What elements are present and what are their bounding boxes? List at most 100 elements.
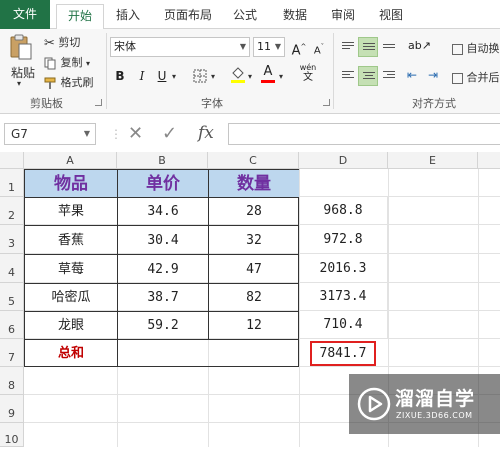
fill-color-dropdown-icon[interactable]: ▾ (248, 72, 252, 81)
amount-cell[interactable]: 710.4 (299, 311, 388, 339)
price-cell[interactable]: 59.2 (118, 312, 209, 340)
column-header-f[interactable] (478, 152, 500, 169)
decrease-indent-button[interactable]: ⇤ (404, 66, 424, 86)
price-cell[interactable]: 42.9 (118, 255, 209, 284)
grow-font-button[interactable]: A^ (289, 37, 309, 58)
increase-indent-button[interactable]: ⇥ (425, 66, 445, 86)
paste-button[interactable]: 粘贴 ▾ (6, 33, 36, 91)
row-header-6[interactable]: 6 (0, 311, 24, 339)
formula-input[interactable] (228, 123, 500, 145)
play-logo-icon (357, 387, 391, 421)
column-header-a[interactable]: A (24, 152, 117, 169)
tab-home[interactable]: 开始 (56, 4, 104, 30)
drag-handle-icon[interactable]: ⋮ (110, 127, 122, 141)
row-header-1[interactable]: 1 (0, 169, 24, 197)
align-right-icon (383, 71, 395, 81)
fill-color-button[interactable] (228, 64, 248, 84)
item-cell[interactable]: 哈密瓜 (25, 284, 118, 312)
font-size-select[interactable]: 11 ▼ (253, 37, 285, 57)
font-name-select[interactable]: 宋体 ▼ (110, 37, 250, 57)
total-label-cell[interactable]: 总和 (25, 340, 118, 367)
chevron-down-icon: ▼ (239, 42, 246, 51)
paste-dropdown-icon[interactable]: ▾ (17, 79, 21, 88)
tab-file[interactable]: 文件 (0, 0, 50, 29)
item-cell[interactable]: 苹果 (25, 198, 118, 226)
column-header-e[interactable]: E (388, 152, 478, 169)
amount-cell[interactable]: 972.8 (299, 225, 388, 254)
bold-button[interactable]: B (110, 66, 130, 86)
wrap-text-label: 自动换 (466, 42, 500, 55)
shrink-font-button[interactable]: Aˇ (309, 37, 329, 57)
tab-page-layout[interactable]: 页面布局 (158, 4, 218, 29)
cut-button[interactable]: ✂ 剪切 (44, 34, 80, 51)
phonetic-button[interactable]: wén 文 (296, 63, 320, 83)
qty-cell[interactable]: 82 (209, 284, 299, 312)
qty-cell[interactable]: 28 (209, 198, 299, 226)
align-top-button[interactable] (338, 37, 358, 57)
column-header-b[interactable]: B (117, 152, 208, 169)
row-header-5[interactable]: 5 (0, 283, 24, 311)
copy-label: 复制 (60, 56, 83, 69)
merged-empty-cell[interactable] (118, 340, 299, 367)
align-middle-button[interactable] (358, 37, 378, 57)
item-cell[interactable]: 草莓 (25, 255, 118, 284)
italic-button[interactable]: I (132, 66, 152, 86)
borders-button[interactable] (190, 66, 210, 86)
align-middle-icon (363, 43, 375, 53)
copy-icon (44, 57, 56, 69)
tab-insert[interactable]: 插入 (110, 4, 146, 29)
align-right-button[interactable] (379, 66, 399, 86)
column-header-c[interactable]: C (208, 152, 299, 169)
qty-cell[interactable]: 47 (209, 255, 299, 284)
amount-cell[interactable]: 968.8 (299, 197, 388, 225)
row-header-8[interactable]: 8 (0, 367, 24, 395)
header-cell-qty[interactable]: 数量 (209, 170, 299, 198)
insert-function-icon[interactable]: fx (198, 123, 214, 143)
align-bottom-button[interactable] (379, 37, 399, 57)
name-box[interactable]: G7 ▼ (4, 123, 96, 145)
underline-button[interactable]: U (152, 66, 172, 86)
copy-dropdown-icon[interactable]: ▾ (86, 59, 90, 68)
qty-cell[interactable]: 12 (209, 312, 299, 340)
row-header-7[interactable]: 7 (0, 339, 24, 367)
underline-dropdown-icon[interactable]: ▾ (172, 72, 176, 81)
row-header-4[interactable]: 4 (0, 254, 24, 283)
clipboard-launcher-icon[interactable] (95, 99, 102, 106)
select-all-corner[interactable] (0, 152, 24, 169)
font-launcher-icon[interactable] (323, 99, 330, 106)
row-header-3[interactable]: 3 (0, 225, 24, 254)
amount-cell[interactable]: 3173.4 (299, 283, 388, 311)
tab-view[interactable]: 视图 (376, 4, 406, 29)
qty-cell[interactable]: 32 (209, 226, 299, 255)
amount-cell[interactable]: 2016.3 (299, 254, 388, 283)
tab-review[interactable]: 审阅 (328, 4, 358, 29)
price-cell[interactable]: 34.6 (118, 198, 209, 226)
cancel-icon[interactable]: ✕ (128, 123, 143, 144)
borders-dropdown-icon[interactable]: ▾ (211, 72, 215, 81)
tab-formulas[interactable]: 公式 (230, 4, 260, 29)
font-color-icon: A (263, 64, 273, 79)
price-cell[interactable]: 38.7 (118, 284, 209, 312)
header-cell-price[interactable]: 单价 (118, 170, 209, 198)
header-cell-item[interactable]: 物品 (25, 170, 118, 198)
wrap-text-button[interactable]: 自动换 (452, 40, 500, 56)
orientation-button[interactable]: ab↗ (406, 37, 431, 57)
price-cell[interactable]: 30.4 (118, 226, 209, 255)
item-cell[interactable]: 龙眼 (25, 312, 118, 340)
align-left-button[interactable] (338, 66, 358, 86)
font-color-button[interactable]: A (258, 64, 278, 86)
copy-button[interactable]: 复制 ▾ (44, 54, 90, 70)
align-center-button[interactable] (358, 66, 378, 86)
enter-icon[interactable]: ✓ (162, 123, 177, 144)
row-header-10[interactable]: 10 (0, 423, 24, 447)
row-header-9[interactable]: 9 (0, 395, 24, 423)
font-color-dropdown-icon[interactable]: ▾ (279, 72, 283, 81)
column-header-d[interactable]: D (299, 152, 388, 169)
item-cell[interactable]: 香蕉 (25, 226, 118, 255)
total-value-cell[interactable]: 7841.7 (310, 341, 376, 366)
brush-icon (44, 77, 56, 89)
format-painter-button[interactable]: 格式刷 (44, 74, 94, 90)
row-header-2[interactable]: 2 (0, 197, 24, 225)
merge-center-button[interactable]: 合并后 (452, 69, 500, 85)
tab-data[interactable]: 数据 (280, 4, 310, 29)
